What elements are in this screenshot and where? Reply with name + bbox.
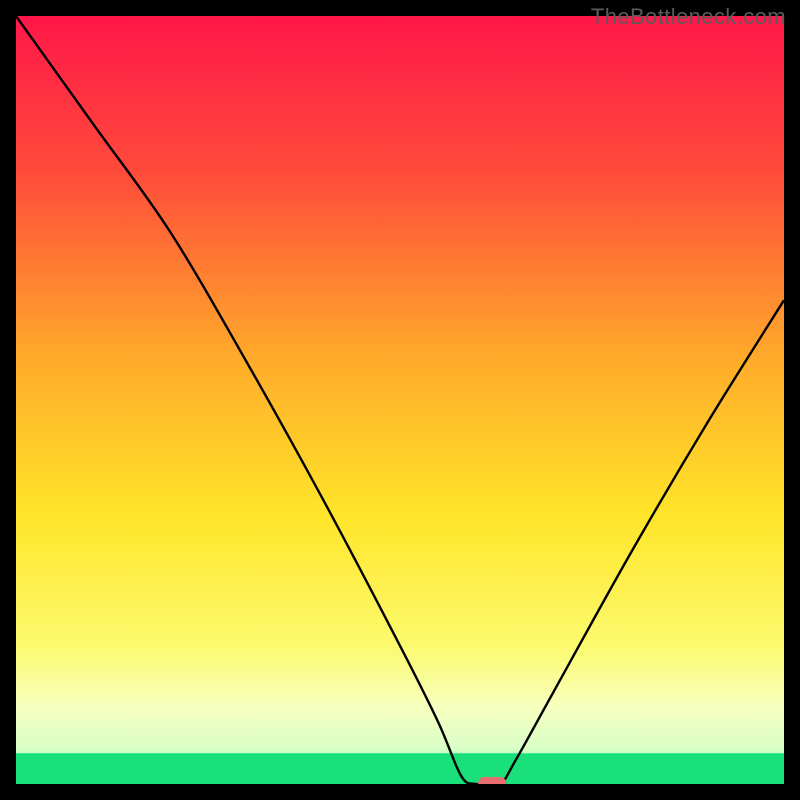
plot-area: [16, 16, 784, 784]
optimal-marker: [478, 777, 506, 784]
bottleneck-chart: [16, 16, 784, 784]
watermark-text: TheBottleneck.com: [591, 4, 786, 30]
pale-band: [16, 692, 784, 753]
gradient-background: [16, 16, 784, 784]
chart-frame: TheBottleneck.com: [0, 0, 800, 800]
green-band: [16, 753, 784, 784]
